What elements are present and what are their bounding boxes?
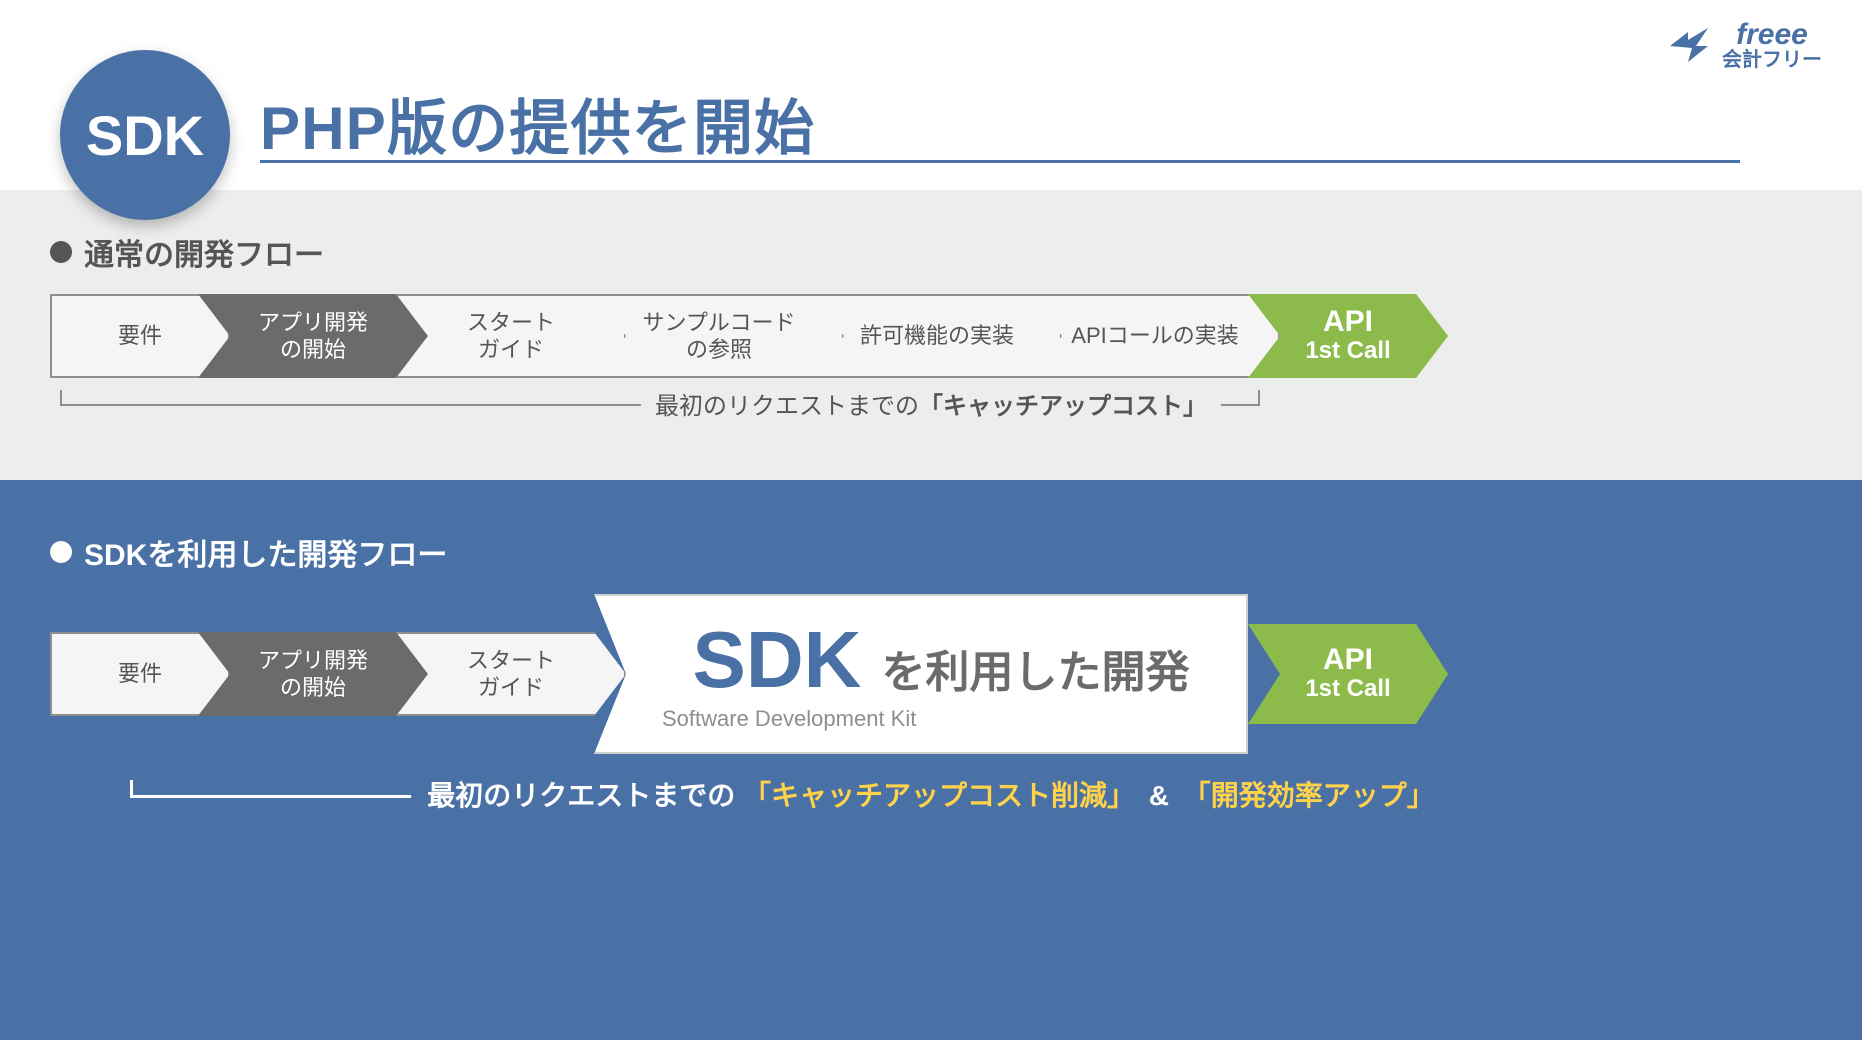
sdk-rest: を利用した開発 (881, 636, 1189, 700)
step2-start-guide: スタート ガイド (396, 632, 626, 716)
flow-row-sdk: 要件 アプリ開発 の開始 スタート ガイド SDK を利用した開発 Softwa… (50, 594, 1812, 754)
logo-subtext: 会計フリー (1722, 50, 1822, 70)
step-api-call-impl: APIコールの実装 (1030, 294, 1280, 378)
section-normal-flow: 通常の開発フロー 要件 アプリ開発 の開始 スタート ガイド サンプルコード の… (0, 190, 1862, 480)
step2-api-first-call: API 1st Call (1248, 624, 1448, 724)
flow-row-normal: 要件 アプリ開発 の開始 スタート ガイド サンプルコード の参照 許可機能の実… (50, 294, 1812, 378)
bird-icon (1666, 22, 1712, 68)
logo-script: freee (1736, 20, 1808, 50)
step-requirements: 要件 (50, 294, 230, 378)
section2-label-text: SDKを利用した開発フロー (84, 530, 447, 574)
sdk-card: SDK を利用した開発 Software Development Kit (594, 594, 1248, 754)
step-sample-code: サンプルコード の参照 (594, 294, 844, 378)
sdk-badge-text: SDK (86, 103, 204, 168)
step-app-dev-start: アプリ開発 の開始 (198, 294, 428, 378)
step2-requirements: 要件 (50, 632, 230, 716)
step2-app-dev-start: アプリ開発 の開始 (198, 632, 428, 716)
section-sdk-flow: SDKを利用した開発フロー 要件 アプリ開発 の開始 スタート ガイド SDK … (0, 480, 1862, 1040)
step-auth-impl: 許可機能の実装 (812, 294, 1062, 378)
bracket-caption-normal: 最初のリクエストまでの「キャッチアップコスト」 (641, 386, 1221, 421)
page-title: PHP版の提供を開始 (260, 80, 815, 167)
sdk-sub: Software Development Kit (662, 706, 916, 732)
section1-label: 通常の開発フロー (50, 230, 1812, 274)
title-underline (260, 160, 1740, 163)
freee-logo: freee 会計フリー (1666, 20, 1822, 70)
bracket-caption-sdk: 最初のリクエストまでの 「キャッチアップコスト削減」 & 「開発効率アップ」 (411, 774, 1451, 814)
bracket-sdk: 最初のリクエストまでの 「キャッチアップコスト削減」 & 「開発効率アップ」 (50, 780, 1812, 860)
section1-label-text: 通常の開発フロー (84, 230, 324, 274)
sdk-big: SDK (693, 620, 862, 700)
bullet-icon (50, 541, 72, 563)
step-start-guide: スタート ガイド (396, 294, 626, 378)
section2-label: SDKを利用した開発フロー (50, 530, 1812, 574)
header: SDK PHP版の提供を開始 freee 会計フリー (0, 0, 1862, 190)
bullet-icon (50, 241, 72, 263)
bracket-normal: 最初のリクエストまでの「キャッチアップコスト」 (50, 390, 1812, 450)
sdk-badge: SDK (60, 50, 230, 220)
